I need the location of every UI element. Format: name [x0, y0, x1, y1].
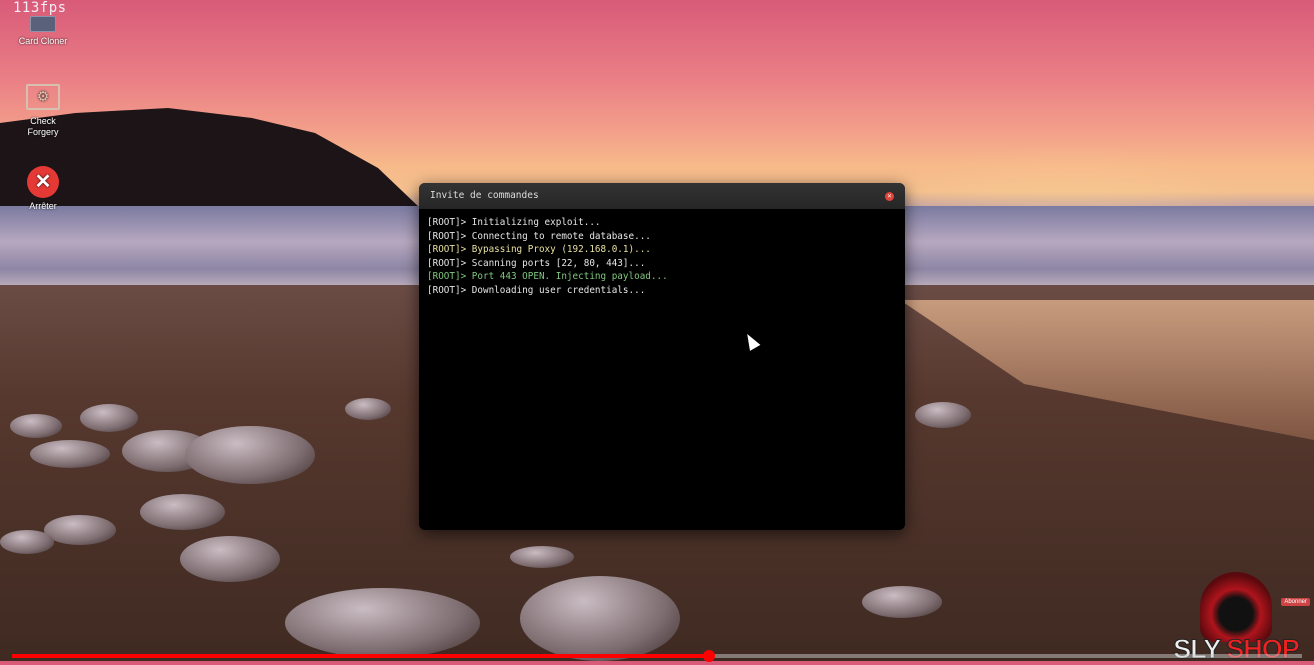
terminal-line: [ROOT]> Bypassing Proxy (192.168.0.1)...: [427, 244, 651, 255]
rock: [520, 576, 680, 661]
gear-monitor-icon: ⚙: [26, 84, 60, 110]
rock: [140, 494, 225, 530]
close-circle-icon: ✕: [27, 166, 59, 198]
desktop-icon-stop[interactable]: ✕ Arrêter: [3, 166, 83, 212]
rock: [915, 402, 971, 428]
rock: [180, 536, 280, 582]
subscribe-badge[interactable]: Abonner: [1281, 598, 1310, 606]
desktop-icon-label: Arrêter: [29, 201, 57, 211]
rock: [30, 440, 110, 468]
credit-card-icon: [30, 16, 56, 32]
video-progress-bar[interactable]: [12, 650, 1302, 662]
rock: [285, 588, 480, 658]
desktop-icon-check-forgery[interactable]: ⚙ Check Forgery: [3, 84, 83, 138]
terminal-titlebar[interactable]: Invite de commandes ×: [419, 183, 905, 209]
terminal-line: [ROOT]> Port 443 OPEN. Injecting payload…: [427, 271, 668, 282]
terminal-line: [ROOT]> Downloading user credentials...: [427, 284, 646, 296]
progress-scrubber[interactable]: [702, 650, 715, 662]
rock: [862, 586, 942, 618]
terminal-title: Invite de commandes: [430, 190, 539, 201]
rock: [510, 546, 574, 568]
rock: [80, 404, 138, 432]
desktop-icon-label: Check Forgery: [27, 116, 59, 137]
terminal-output: [ROOT]> Initializing exploit... [ROOT]> C…: [419, 209, 905, 304]
terminal-line: [ROOT]> Connecting to remote database...: [427, 230, 651, 242]
rock: [44, 515, 116, 545]
desktop-icon-label: Card Cloner: [18, 36, 68, 46]
terminal-line: [ROOT]> Scanning ports [22, 80, 443]...: [427, 257, 646, 269]
rock: [185, 426, 315, 484]
terminal-window[interactable]: Invite de commandes × [ROOT]> Initializi…: [419, 183, 905, 530]
logo-text-shop: SHOP: [1226, 634, 1301, 665]
terminal-line: [ROOT]> Initializing exploit...: [427, 217, 601, 228]
fps-counter: 113fps: [13, 0, 67, 16]
rock: [0, 530, 54, 554]
rock: [10, 414, 62, 438]
desktop-icon-card-cloner[interactable]: Card Cloner: [3, 16, 83, 47]
logo-text-sly: SLY: [1173, 634, 1222, 665]
hooded-ninja-icon: [1200, 572, 1272, 642]
close-icon[interactable]: ×: [885, 192, 894, 201]
progress-fill: [12, 654, 709, 658]
sly-shop-logo: SLY SHOP: [1158, 572, 1314, 665]
rock: [345, 398, 391, 420]
